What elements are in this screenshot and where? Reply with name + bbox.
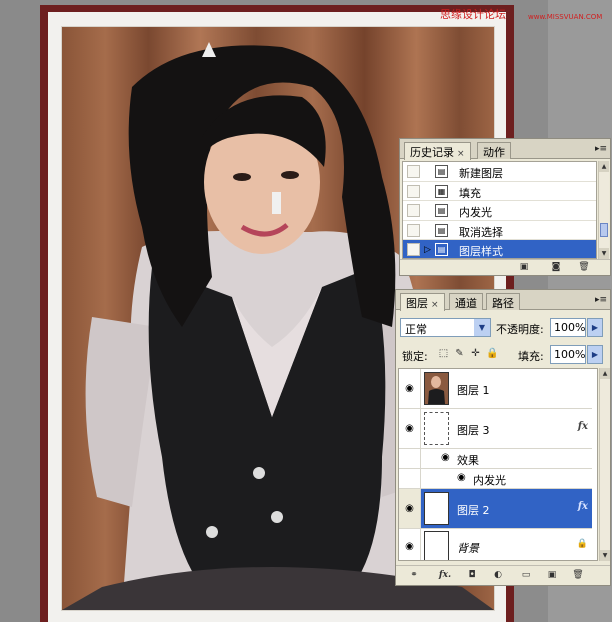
effects-header-row[interactable]: ◉ 效果 <box>399 449 592 469</box>
watermark-url: www.MISSVUAN.COM <box>528 13 603 21</box>
scroll-up-icon[interactable]: ▲ <box>599 161 609 172</box>
scroll-down-icon[interactable]: ▼ <box>599 248 609 259</box>
trash-icon[interactable]: 🗑 <box>572 570 584 581</box>
new-group-icon[interactable]: ▭ <box>520 570 532 581</box>
layers-panel: 图层 × 通道 路径 ▸≡ 正常 ▼ 不透明度: 100% ▶ 锁定: ⬚ ✎ ✛… <box>395 289 611 586</box>
history-panel-tabs: 历史记录 × 动作 ▸≡ <box>400 139 610 160</box>
chevron-right-icon[interactable]: ▶ <box>587 318 603 337</box>
blend-opacity-row: 正常 ▼ 不透明度: 100% ▶ <box>400 318 605 338</box>
lock-position-icon[interactable]: ✛ <box>470 348 481 359</box>
layer-effects-icon[interactable]: fx <box>578 421 588 432</box>
trash-icon[interactable]: 🗑 <box>578 262 590 273</box>
layer-thumbnail-white <box>424 531 449 560</box>
lock-icon: 🔒 <box>576 539 588 549</box>
fill-label: 填充: <box>518 350 544 363</box>
effect-inner-glow-row[interactable]: ◉ 内发光 <box>399 469 592 489</box>
eye-icon[interactable]: ◉ <box>441 452 450 463</box>
history-list: ▤ 新建图层 ▦ 填充 ▤ 内发光 ▤ 取消选择 ▷ ▤ 图层样式 <box>402 161 597 259</box>
adjustment-layer-icon[interactable]: ◐ <box>492 570 504 581</box>
layer-row-2-selected[interactable]: ◉ 图层 2 fx <box>399 489 592 529</box>
tab-actions[interactable]: 动作 <box>477 142 511 159</box>
scroll-thumb[interactable] <box>600 223 608 237</box>
history-panel-footer: ▣ ◙ 🗑 <box>400 259 610 275</box>
new-layer-icon[interactable]: ▣ <box>546 570 558 581</box>
history-brush-source-box[interactable] <box>407 243 420 256</box>
history-panel: 历史记录 × 动作 ▸≡ ▤ 新建图层 ▦ 填充 ▤ 内发光 ▤ 取消选择 ▷ … <box>399 138 611 276</box>
current-state-marker-icon: ▷ <box>424 245 431 255</box>
history-brush-source-box[interactable] <box>407 184 420 198</box>
panel-menu-icon[interactable]: ▸≡ <box>595 143 607 155</box>
history-item[interactable]: ▦ 填充 <box>403 182 596 201</box>
fill-step-icon: ▦ <box>435 184 448 198</box>
link-layers-icon[interactable]: ⚭ <box>408 570 420 581</box>
layer-thumbnail-image <box>425 373 448 404</box>
empty-visibility-cell <box>399 469 421 488</box>
lock-label: 锁定: <box>402 350 428 363</box>
history-item-selected[interactable]: ▷ ▤ 图层样式 <box>403 240 596 258</box>
history-brush-source-box[interactable] <box>407 204 420 217</box>
layer-row-background[interactable]: ◉ 背景 🔒 <box>399 529 592 560</box>
chevron-right-icon[interactable]: ▶ <box>587 345 603 364</box>
tab-history[interactable]: 历史记录 × <box>404 142 471 160</box>
layers-scrollbar[interactable]: ▲ ▼ <box>599 368 610 561</box>
history-brush-source-box[interactable] <box>407 223 420 237</box>
new-snapshot-icon[interactable]: ◙ <box>550 262 562 273</box>
layers-list: ◉ 图层 1 ◉ 图层 3 fx ◉ 效果 ◉ 内发光 ◉ 图层 2 fx ◉ … <box>398 368 598 561</box>
new-document-from-state-icon[interactable]: ▣ <box>518 262 530 273</box>
layers-panel-tabs: 图层 × 通道 路径 ▸≡ <box>396 290 610 311</box>
scroll-up-icon[interactable]: ▲ <box>600 368 610 379</box>
lock-image-pixels-icon[interactable]: ✎ <box>454 348 465 359</box>
lock-transparency-icon[interactable]: ⬚ <box>438 348 449 359</box>
close-icon[interactable]: × <box>457 149 465 159</box>
layer-row-1[interactable]: ◉ 图层 1 <box>399 369 592 409</box>
history-brush-source-box[interactable] <box>407 165 420 178</box>
lock-fill-row: 锁定: ⬚ ✎ ✛ 🔒 填充: 100% ▶ <box>400 345 605 365</box>
eye-icon[interactable]: ◉ <box>399 529 421 560</box>
layer-step-icon: ▤ <box>435 204 448 217</box>
layer-step-icon: ▤ <box>435 165 448 178</box>
eye-icon[interactable]: ◉ <box>399 409 421 448</box>
layer-thumbnail-photo <box>424 372 449 405</box>
layer-row-3[interactable]: ◉ 图层 3 fx <box>399 409 592 449</box>
layer-effects-icon[interactable]: fx <box>578 501 588 512</box>
add-layer-style-icon[interactable]: fx. <box>436 570 454 581</box>
history-scrollbar[interactable]: ▲ ▼ <box>598 161 609 259</box>
tab-paths[interactable]: 路径 <box>486 293 520 310</box>
layers-panel-footer: ⚭ fx. ◘ ◐ ▭ ▣ 🗑 <box>396 565 610 585</box>
tab-layers[interactable]: 图层 × <box>400 293 445 311</box>
tab-channels[interactable]: 通道 <box>449 293 483 310</box>
eye-icon[interactable]: ◉ <box>457 472 466 483</box>
close-icon[interactable]: × <box>431 300 439 310</box>
add-layer-mask-icon[interactable]: ◘ <box>466 570 478 581</box>
layer-step-icon: ▤ <box>435 243 448 256</box>
eye-icon[interactable]: ◉ <box>399 489 421 528</box>
blend-mode-select[interactable]: 正常 ▼ <box>400 318 491 337</box>
fill-input[interactable]: 100% ▶ <box>550 345 603 364</box>
layer-thumbnail-transparent <box>424 412 449 445</box>
history-item[interactable]: ▤ 新建图层 <box>403 162 596 182</box>
opacity-input[interactable]: 100% ▶ <box>550 318 603 337</box>
layer-step-icon: ▤ <box>435 223 448 237</box>
history-item[interactable]: ▤ 取消选择 <box>403 221 596 240</box>
workspace-background-left <box>0 0 40 622</box>
opacity-label: 不透明度: <box>496 323 544 336</box>
layer-thumbnail-white <box>424 492 449 525</box>
chevron-down-icon[interactable]: ▼ <box>474 319 490 336</box>
lock-all-icon[interactable]: 🔒 <box>486 348 498 359</box>
scroll-down-icon[interactable]: ▼ <box>600 550 610 561</box>
eye-icon[interactable]: ◉ <box>399 369 421 408</box>
history-item[interactable]: ▤ 内发光 <box>403 201 596 221</box>
watermark-text: 思缘设计论坛 <box>440 8 506 21</box>
empty-visibility-cell <box>399 449 421 468</box>
panel-menu-icon[interactable]: ▸≡ <box>595 294 607 306</box>
